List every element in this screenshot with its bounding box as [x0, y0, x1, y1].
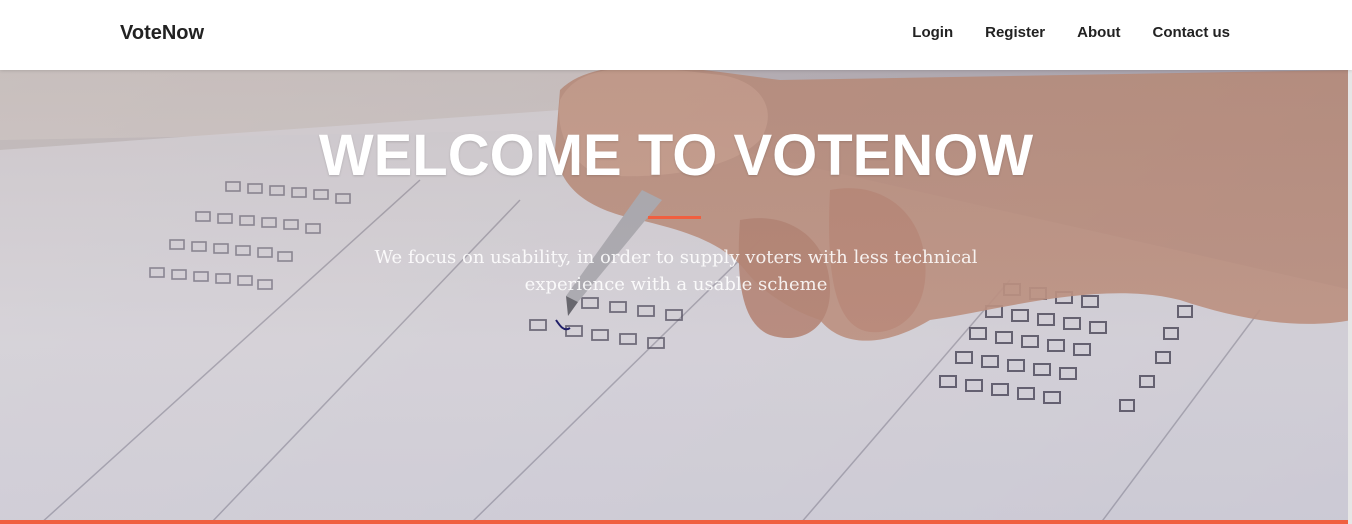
- hero-divider: [648, 216, 701, 219]
- hero-subtitle: We focus on usability, in order to suppl…: [374, 247, 978, 295]
- page-scrollbar[interactable]: [1348, 70, 1352, 524]
- nav-register-link[interactable]: Register: [985, 24, 1045, 41]
- brand-logo-link[interactable]: VoteNow: [120, 22, 204, 45]
- bottom-accent-bar: [0, 520, 1352, 524]
- nav-links: Login Register About Contact us: [912, 24, 1230, 41]
- hero-title: WELCOME TO VOTENOW: [318, 123, 1034, 188]
- nav-login-link[interactable]: Login: [912, 24, 953, 41]
- hero-section: WELCOME TO VOTENOW We focus on usability…: [0, 70, 1352, 524]
- top-navbar: VoteNow Login Register About Contact us: [0, 0, 1352, 70]
- nav-about-link[interactable]: About: [1077, 24, 1120, 41]
- nav-contact-link[interactable]: Contact us: [1152, 24, 1230, 41]
